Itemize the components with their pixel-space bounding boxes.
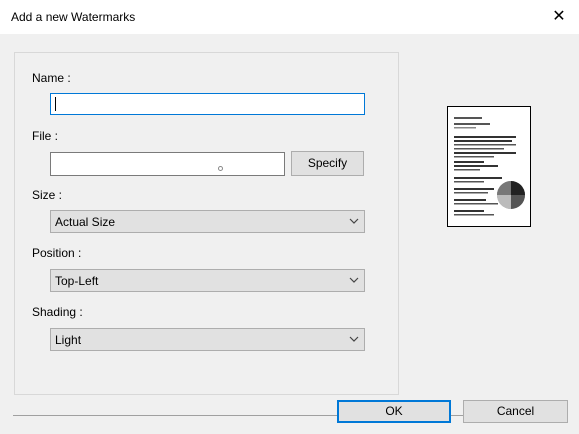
cancel-button[interactable]: Cancel <box>463 400 568 423</box>
close-icon[interactable]: ✕ <box>548 6 570 28</box>
position-select[interactable]: Top-Left <box>50 269 365 292</box>
mouse-cursor-indicator <box>218 166 223 171</box>
specify-button[interactable]: Specify <box>291 151 364 176</box>
dialog-title: Add a new Watermarks <box>11 10 136 24</box>
name-label: Name : <box>32 71 71 85</box>
size-select[interactable]: Actual Size <box>50 210 365 233</box>
document-preview-icon <box>454 117 525 216</box>
chevron-down-icon <box>349 218 359 224</box>
chevron-down-icon <box>349 336 359 342</box>
file-label: File : <box>32 129 59 143</box>
position-label: Position : <box>32 246 82 260</box>
shading-select[interactable]: Light <box>50 328 365 351</box>
shading-select-value: Light <box>55 333 82 347</box>
text-caret <box>55 97 56 111</box>
title-bar: Add a new Watermarks ✕ <box>0 0 579 34</box>
position-select-value: Top-Left <box>55 274 99 288</box>
dialog-client-area: Name : File : Specify Size : Actual Size… <box>0 34 579 434</box>
watermark-settings-group: Name : File : Specify Size : Actual Size… <box>14 52 399 395</box>
shading-label: Shading : <box>32 305 83 319</box>
ok-button[interactable]: OK <box>337 400 451 423</box>
size-label: Size : <box>32 188 63 202</box>
name-input[interactable] <box>50 93 365 115</box>
chevron-down-icon <box>349 277 359 283</box>
watermark-preview <box>447 106 531 227</box>
size-select-value: Actual Size <box>55 215 116 229</box>
file-input[interactable] <box>50 152 285 176</box>
